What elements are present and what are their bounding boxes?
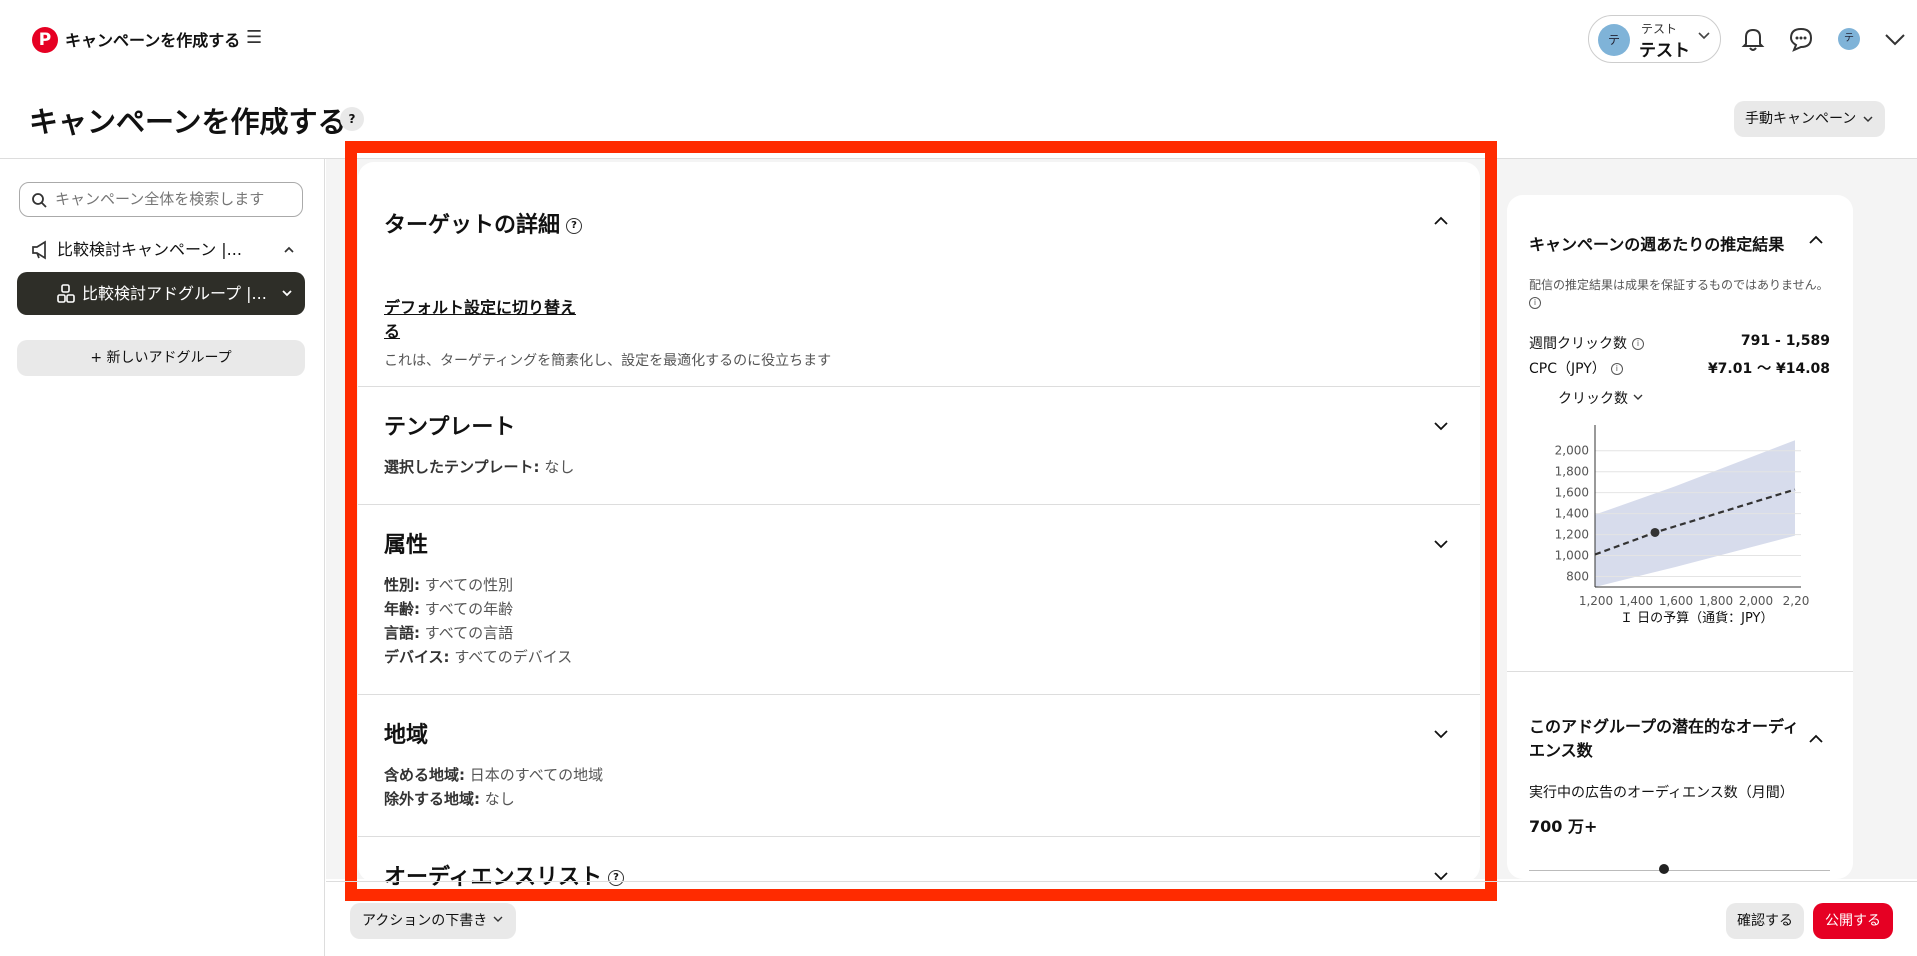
campaign-mode-dropdown[interactable]: 手動キャンペーン bbox=[1734, 101, 1885, 137]
draft-label: アクションの下書き bbox=[362, 913, 488, 929]
estimates-title: キャンペーンの週あたりの推定結果 bbox=[1529, 235, 1785, 254]
y-tick-label: 1,400 bbox=[1555, 507, 1589, 521]
y-tick-label: 1,200 bbox=[1555, 528, 1589, 542]
page-title: キャンペーンを作成する bbox=[29, 105, 347, 139]
x-tick-label: 1,400 bbox=[1619, 594, 1653, 608]
info-icon[interactable]: i bbox=[1610, 363, 1623, 375]
chevron-down-icon bbox=[1862, 101, 1874, 152]
x-tick-label: 1,600 bbox=[1659, 594, 1693, 608]
chevron-down-icon bbox=[1633, 394, 1643, 400]
audience-value: 700 万+ bbox=[1529, 817, 1598, 836]
account-subtitle: テスト bbox=[1641, 22, 1678, 36]
pinterest-logo-icon[interactable]: P bbox=[32, 27, 58, 53]
x-tick-label: 1,200 bbox=[1579, 594, 1613, 608]
sidebar: キャンペーン全体を検索します 比較検討キャンペーン |... 比較検討アドグルー… bbox=[0, 159, 325, 956]
y-tick-label: 2,000 bbox=[1555, 444, 1589, 458]
highlight-box bbox=[345, 141, 1497, 901]
audience-title: このアドグループの潜在的なオーディエンス数 bbox=[1529, 717, 1799, 760]
adgroup-label: 比較検討アドグループ |... bbox=[82, 284, 267, 303]
y-tick-label: 1,000 bbox=[1555, 549, 1589, 563]
metric-select-label: クリック数 bbox=[1558, 391, 1628, 407]
adgroup-icon bbox=[57, 284, 75, 303]
campaign-mode-label: 手動キャンペーン bbox=[1745, 111, 1857, 127]
weekly-clicks-label: 週間クリック数 bbox=[1529, 336, 1627, 352]
series-marker bbox=[1650, 527, 1660, 537]
y-tick-label: 1,800 bbox=[1555, 465, 1589, 479]
audience-slider-track bbox=[1529, 870, 1830, 871]
footer-divider bbox=[326, 881, 1917, 882]
search-icon bbox=[32, 193, 47, 208]
campaign-label: 比較検討キャンペーン |... bbox=[57, 240, 242, 259]
x-tick-label: 2,20 bbox=[1783, 594, 1810, 608]
confirm-button[interactable]: 確認する bbox=[1726, 903, 1804, 939]
message-icon[interactable] bbox=[1786, 24, 1816, 54]
app-title: キャンペーンを作成する bbox=[65, 31, 241, 50]
info-icon[interactable]: i bbox=[1632, 338, 1644, 350]
menu-icon[interactable]: ☰ bbox=[246, 27, 262, 48]
publish-button[interactable]: 公開する bbox=[1813, 903, 1893, 939]
cpc-row: CPC（JPY） i bbox=[1529, 358, 1623, 378]
cpc-label: CPC（JPY） bbox=[1529, 361, 1606, 377]
bell-icon[interactable] bbox=[1738, 24, 1768, 54]
estimates-disclaimer: 配信の推定結果は成果を保証するものではありません。 i bbox=[1529, 276, 1844, 309]
sidebar-item-adgroup[interactable]: 比較検討アドグループ |... bbox=[17, 272, 305, 315]
chevron-up-icon[interactable] bbox=[1808, 232, 1824, 252]
profile-avatar[interactable]: テ bbox=[1838, 28, 1860, 50]
estimate-chart: 800 1,000 1,200 1,400 1,600 1,800 2,000 1,200 1,… bbox=[1555, 425, 1810, 608]
avatar: テ bbox=[1598, 24, 1630, 56]
search-placeholder: キャンペーン全体を検索します bbox=[55, 190, 265, 208]
new-adgroup-button[interactable]: + 新しいアドグループ bbox=[17, 340, 305, 376]
megaphone-icon bbox=[32, 240, 46, 260]
search-input[interactable]: キャンペーン全体を検索します bbox=[19, 182, 303, 217]
y-tick-label: 1,600 bbox=[1555, 486, 1589, 500]
help-icon[interactable]: ? bbox=[340, 107, 364, 131]
chevron-down-icon bbox=[493, 916, 503, 922]
audience-subtitle: 実行中の広告のオーディエンス数（月間） bbox=[1529, 785, 1794, 801]
chevron-up-icon[interactable] bbox=[1808, 731, 1824, 751]
chevron-down-icon[interactable] bbox=[1880, 24, 1910, 54]
x-tick-label: 2,000 bbox=[1739, 594, 1773, 608]
draft-actions-button[interactable]: アクションの下書き bbox=[350, 903, 516, 939]
sidebar-item-campaign[interactable]: 比較検討キャンペーン |... bbox=[30, 235, 300, 265]
account-name: テスト bbox=[1639, 41, 1690, 61]
y-tick-label: 800 bbox=[1566, 570, 1589, 584]
chevron-up-icon[interactable] bbox=[283, 235, 295, 276]
chevron-down-icon[interactable] bbox=[281, 272, 293, 333]
chevron-down-icon bbox=[1697, 28, 1711, 46]
weekly-clicks-value: 791 - 1,589 bbox=[1740, 333, 1830, 349]
divider bbox=[1507, 671, 1853, 672]
top-bar: P キャンペーンを作成する ☰ テ テスト テスト テ bbox=[0, 0, 1917, 78]
cpc-value: ¥7.01 〜 ¥14.08 bbox=[1707, 361, 1830, 377]
weekly-clicks-row: 週間クリック数 i bbox=[1529, 333, 1644, 353]
account-switcher[interactable]: テ テスト テスト bbox=[1588, 15, 1721, 63]
metric-select[interactable]: クリック数 bbox=[1558, 388, 1644, 408]
x-tick-label: 1,800 bbox=[1699, 594, 1733, 608]
audience-slider-thumb[interactable] bbox=[1659, 864, 1669, 874]
info-icon[interactable]: i bbox=[1529, 297, 1541, 309]
x-axis-label: Ｉ 日の予算（通貨：JPY） bbox=[1620, 611, 1774, 626]
disclaimer-text: 配信の推定結果は成果を保証するものではありません。 bbox=[1529, 278, 1829, 292]
